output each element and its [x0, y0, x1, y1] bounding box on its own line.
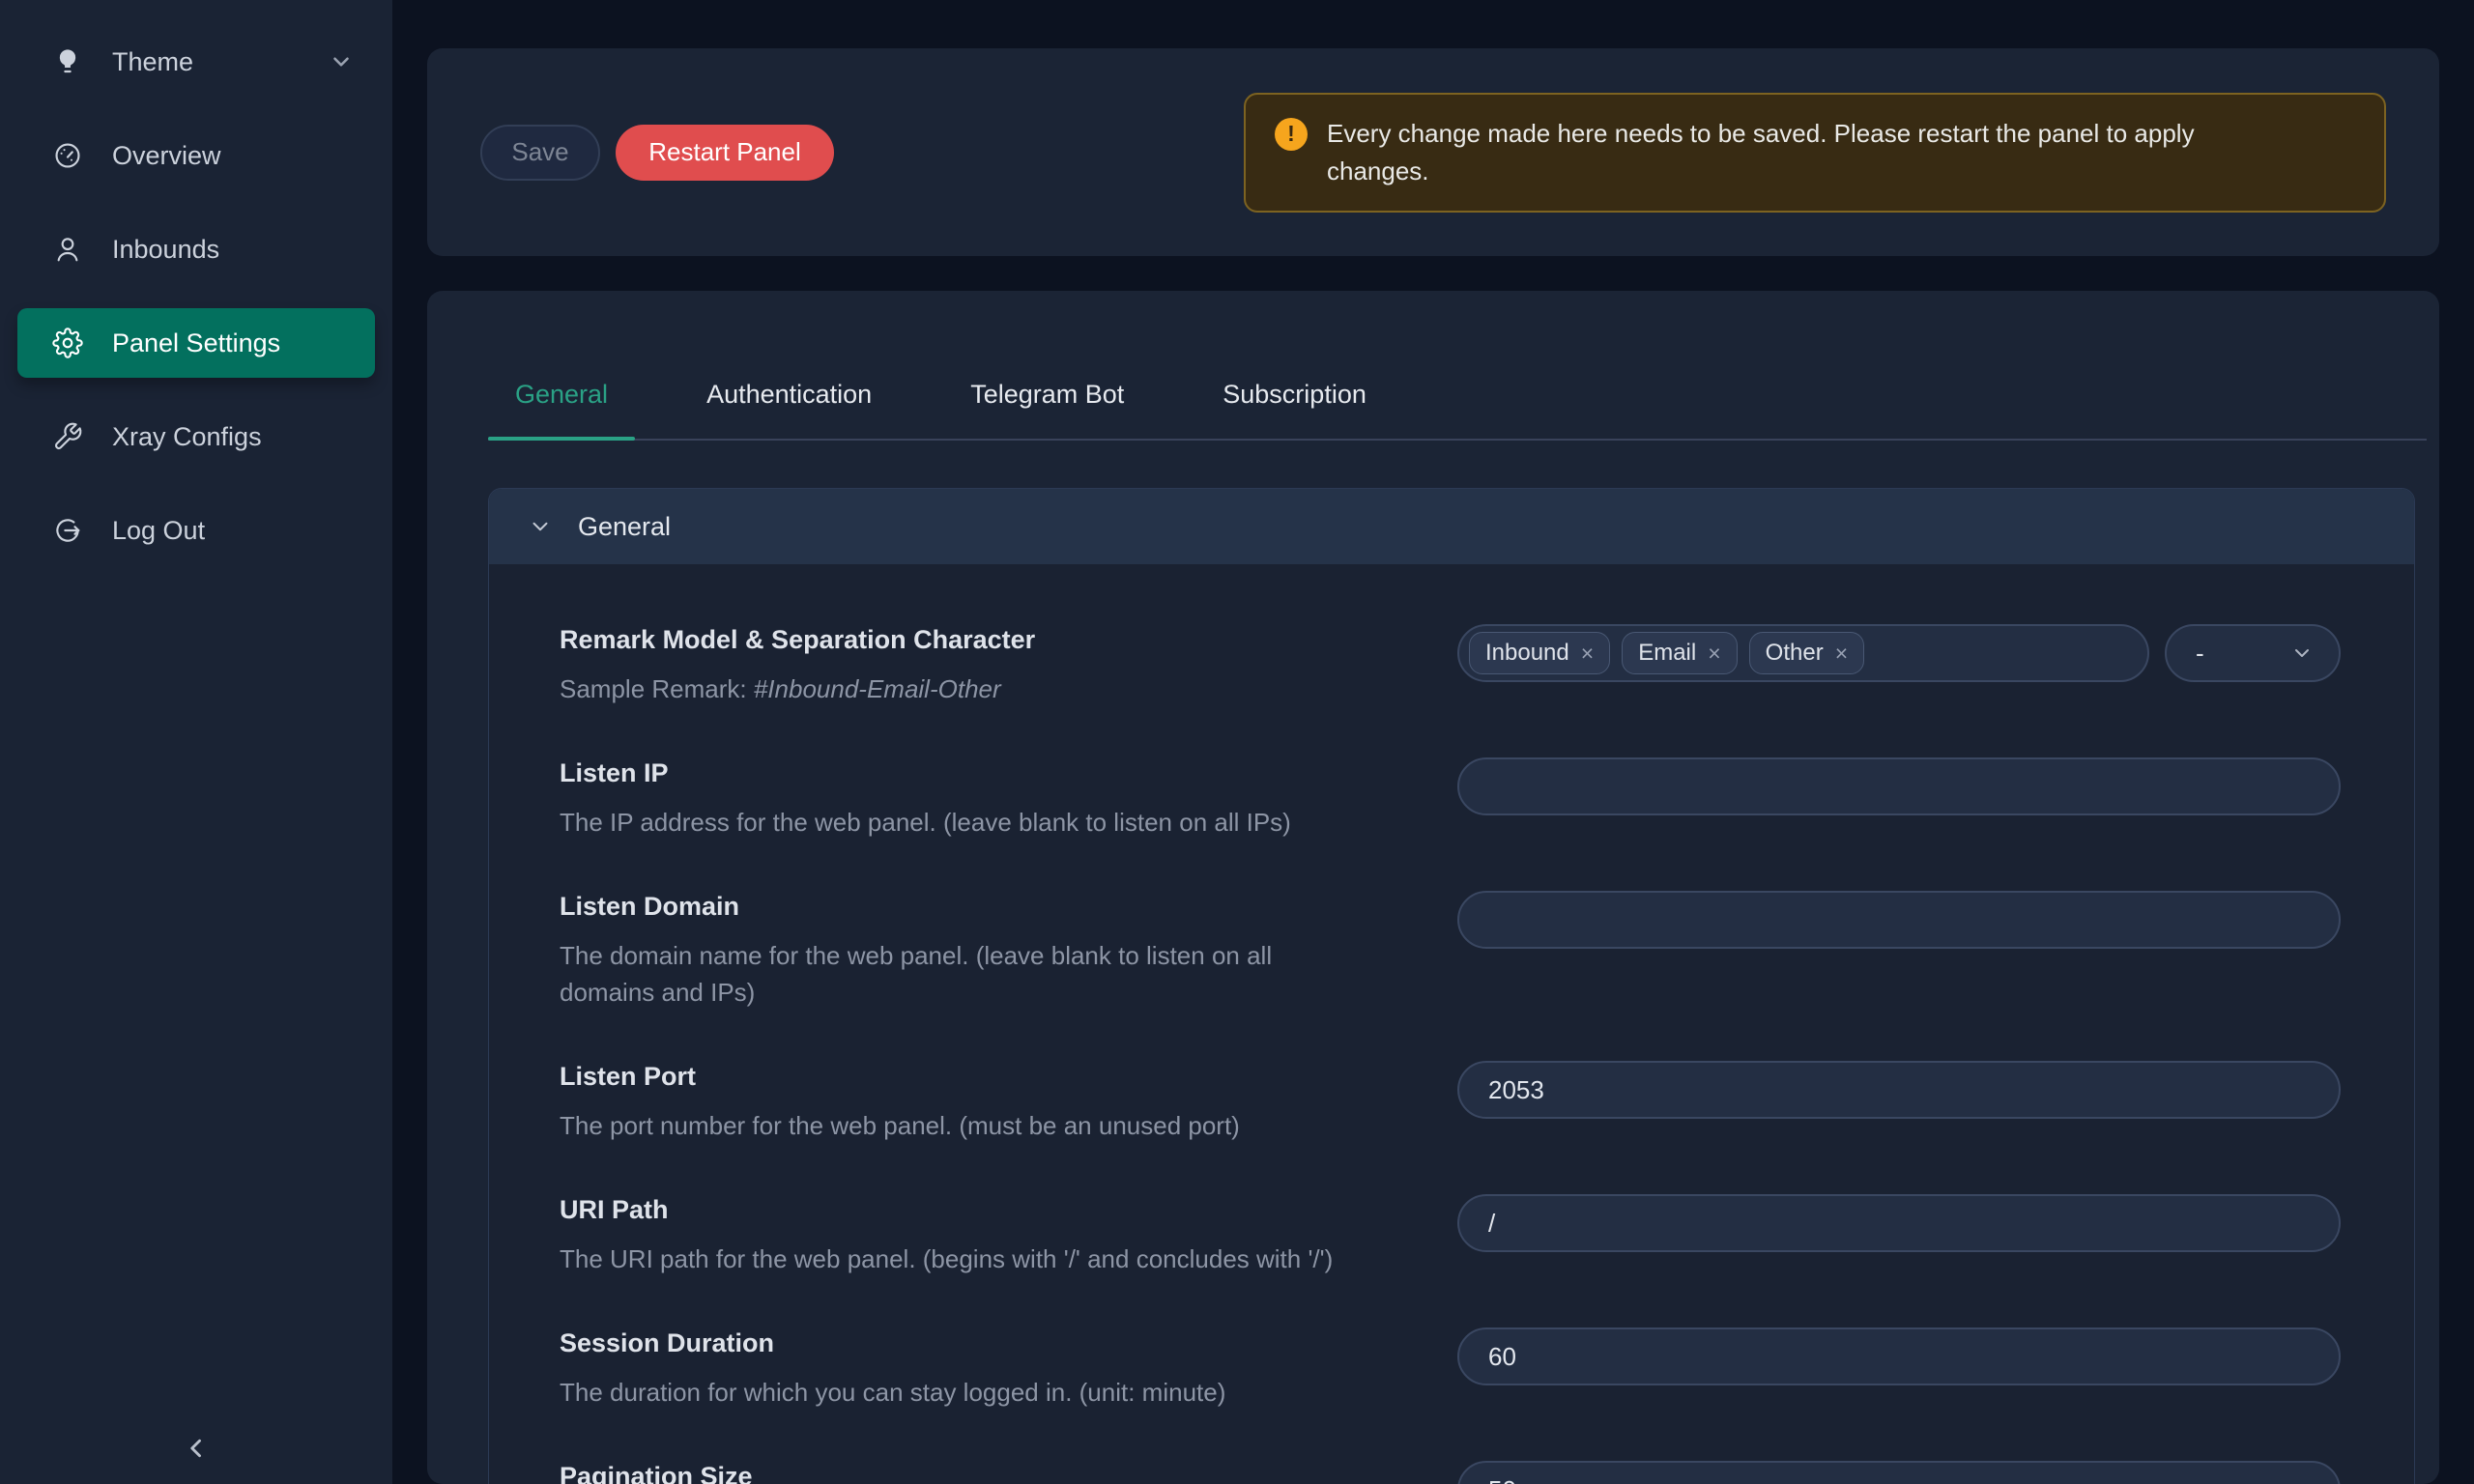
tag-label: Other: [1766, 640, 1824, 667]
remove-tag-icon[interactable]: ×: [1708, 642, 1720, 665]
field-description: The domain name for the web panel. (leav…: [560, 937, 1419, 1011]
field-description: The duration for which you can stay logg…: [560, 1374, 1419, 1411]
general-section-body: Remark Model & Separation Character Samp…: [489, 564, 2414, 1484]
field-description: The port number for the web panel. (must…: [560, 1107, 1419, 1144]
general-section: General Remark Model & Separation Charac…: [488, 488, 2415, 1484]
tab-general[interactable]: General: [488, 380, 635, 439]
chevron-down-icon: [329, 49, 354, 74]
sidebar-item-overview[interactable]: Overview: [17, 121, 375, 190]
gear-icon: [52, 328, 83, 358]
sample-remark-value: #Inbound-Email-Other: [754, 674, 1001, 703]
field-label: Pagination Size: [560, 1461, 1419, 1484]
field-label: URI Path: [560, 1194, 1419, 1225]
sidebar-item-xray-configs[interactable]: Xray Configs: [17, 402, 375, 471]
form-row-listen-domain: Listen Domain The domain name for the we…: [560, 891, 2341, 1011]
form-row-listen-port: Listen Port The port number for the web …: [560, 1061, 2341, 1144]
logout-icon: [52, 515, 83, 546]
session-duration-input[interactable]: [1457, 1327, 2341, 1385]
separator-select[interactable]: -: [2165, 624, 2341, 682]
settings-tabs: General Authentication Telegram Bot Subs…: [488, 380, 2427, 441]
sidebar-item-label: Log Out: [112, 516, 205, 546]
section-title: General: [578, 512, 671, 542]
remark-model-tags-input[interactable]: Inbound × Email × Other ×: [1457, 624, 2149, 682]
form-row-listen-ip: Listen IP The IP address for the web pan…: [560, 757, 2341, 841]
save-button[interactable]: Save: [480, 125, 600, 181]
restart-warning-alert: ! Every change made here needs to be sav…: [1244, 93, 2386, 213]
warning-icon: !: [1275, 118, 1308, 151]
sidebar-item-logout[interactable]: Log Out: [17, 496, 375, 565]
tag-inbound: Inbound ×: [1469, 632, 1610, 674]
chevron-down-icon: [2290, 642, 2314, 665]
sidebar-item-inbounds[interactable]: Inbounds: [17, 214, 375, 284]
main-content: Save Restart Panel ! Every change made h…: [392, 0, 2474, 1484]
action-bar: Save Restart Panel ! Every change made h…: [427, 48, 2439, 256]
sidebar-item-label: Inbounds: [112, 235, 219, 265]
alert-message: Every change made here needs to be saved…: [1327, 115, 2303, 190]
listen-domain-input[interactable]: [1457, 891, 2341, 949]
remove-tag-icon[interactable]: ×: [1581, 642, 1594, 665]
field-description: The URI path for the web panel. (begins …: [560, 1241, 1419, 1277]
tab-subscription[interactable]: Subscription: [1195, 380, 1394, 439]
chevron-down-icon: [528, 514, 553, 539]
field-label: Listen IP: [560, 757, 1419, 788]
sidebar-collapse-button[interactable]: [0, 1422, 392, 1474]
theme-selector[interactable]: Theme: [17, 27, 375, 97]
pagination-size-input[interactable]: [1457, 1461, 2341, 1484]
listen-ip-input[interactable]: [1457, 757, 2341, 815]
user-icon: [52, 234, 83, 265]
tab-authentication[interactable]: Authentication: [679, 380, 899, 439]
sidebar-item-label: Xray Configs: [112, 422, 262, 452]
tab-telegram-bot[interactable]: Telegram Bot: [943, 380, 1151, 439]
wrench-icon: [52, 421, 83, 452]
field-description: The IP address for the web panel. (leave…: [560, 804, 1419, 841]
sidebar-item-label: Panel Settings: [112, 328, 280, 358]
field-description: Sample Remark: #Inbound-Email-Other: [560, 671, 1419, 707]
sidebar-item-label: Overview: [112, 141, 221, 171]
panel-settings-card: General Authentication Telegram Bot Subs…: [427, 291, 2439, 1484]
chevron-left-icon: [180, 1432, 213, 1465]
field-label: Listen Port: [560, 1061, 1419, 1092]
field-label: Listen Domain: [560, 891, 1419, 922]
tag-label: Inbound: [1485, 640, 1569, 667]
form-row-remark-model: Remark Model & Separation Character Samp…: [560, 624, 2341, 707]
action-buttons: Save Restart Panel: [480, 125, 834, 181]
listen-port-input[interactable]: [1457, 1061, 2341, 1119]
gauge-icon: [52, 140, 83, 171]
remove-tag-icon[interactable]: ×: [1835, 642, 1848, 665]
general-section-header[interactable]: General: [489, 489, 2414, 564]
sidebar-item-panel-settings[interactable]: Panel Settings: [17, 308, 375, 378]
bulb-icon: [52, 46, 83, 77]
theme-label: Theme: [112, 47, 193, 77]
separator-value: -: [2196, 639, 2204, 669]
form-row-session-duration: Session Duration The duration for which …: [560, 1327, 2341, 1411]
tag-other: Other ×: [1749, 632, 1864, 674]
sample-remark-prefix: Sample Remark:: [560, 674, 754, 703]
field-label: Session Duration: [560, 1327, 1419, 1358]
restart-panel-button[interactable]: Restart Panel: [616, 125, 834, 181]
field-label: Remark Model & Separation Character: [560, 624, 1419, 655]
form-row-pagination-size: Pagination Size: [560, 1461, 2341, 1484]
tag-email: Email ×: [1622, 632, 1737, 674]
form-row-uri-path: URI Path The URI path for the web panel.…: [560, 1194, 2341, 1277]
sidebar: Theme Overview Inbounds: [0, 0, 392, 1484]
tag-label: Email: [1638, 640, 1696, 667]
uri-path-input[interactable]: [1457, 1194, 2341, 1252]
